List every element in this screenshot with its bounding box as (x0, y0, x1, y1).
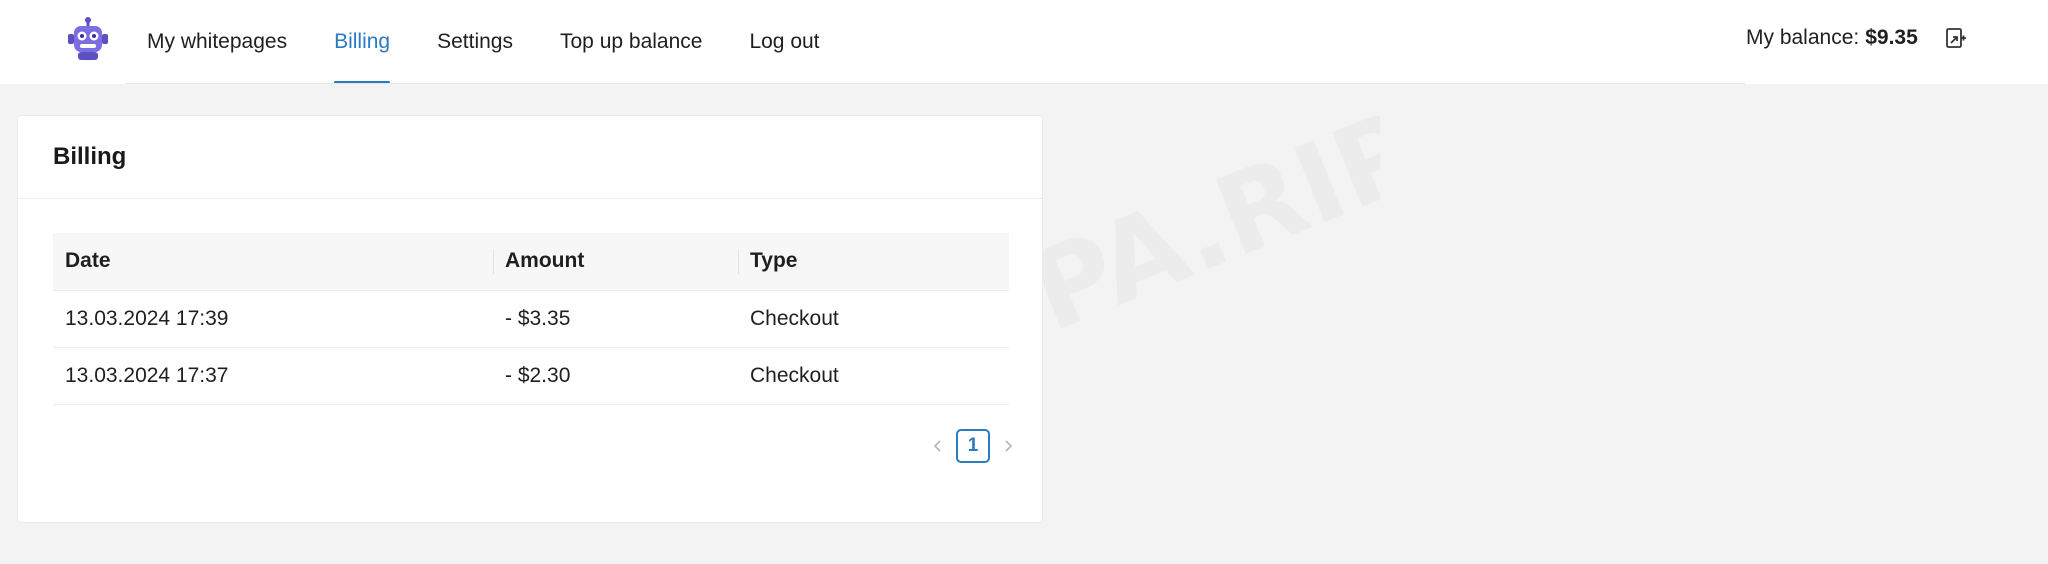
billing-title: Billing (53, 143, 127, 170)
main-nav: My whitepages Billing Settings Top up ba… (147, 0, 867, 84)
nav-log-out[interactable]: Log out (749, 0, 819, 84)
column-header-type[interactable]: Type (738, 233, 1009, 291)
pagination: 1 (926, 429, 1020, 463)
nav-settings[interactable]: Settings (437, 0, 513, 84)
balance-display: My balance: $9.35 (1746, 0, 1918, 76)
nav-billing[interactable]: Billing (334, 0, 391, 84)
robot-icon[interactable] (64, 16, 112, 64)
billing-card-header: Billing (18, 116, 1042, 199)
cell-type: Checkout (738, 290, 1009, 348)
table-row: 13.03.2024 17:37 - $2.30 Checkout (53, 347, 1009, 405)
chevron-left-icon[interactable] (926, 429, 950, 463)
table-row: 13.03.2024 17:39 - $3.35 Checkout (53, 290, 1009, 348)
header-divider (125, 83, 1745, 84)
nav-top-up-balance[interactable]: Top up balance (560, 0, 702, 84)
billing-card: Billing Date Amount Type 13.03.2024 17:3… (17, 115, 1043, 523)
column-header-date[interactable]: Date (53, 233, 493, 291)
cell-type: Checkout (738, 347, 1009, 405)
billing-table: Date Amount Type 13.03.2024 17:39 - $3.3… (53, 233, 1009, 405)
cell-amount: - $3.35 (493, 290, 738, 348)
column-header-amount[interactable]: Amount (493, 233, 738, 291)
chevron-right-icon[interactable] (996, 429, 1020, 463)
cell-date: 13.03.2024 17:39 (53, 290, 493, 348)
nav-my-whitepages[interactable]: My whitepages (147, 0, 287, 84)
exit-icon[interactable] (1944, 26, 1968, 50)
cell-date: 13.03.2024 17:37 (53, 347, 493, 405)
table-header-row: Date Amount Type (53, 233, 1009, 291)
page-number-button[interactable]: 1 (956, 429, 990, 463)
balance-label: My balance: (1746, 26, 1860, 49)
balance-value: $9.35 (1865, 26, 1918, 49)
cell-amount: - $2.30 (493, 347, 738, 405)
top-header: My whitepages Billing Settings Top up ba… (0, 0, 2048, 84)
